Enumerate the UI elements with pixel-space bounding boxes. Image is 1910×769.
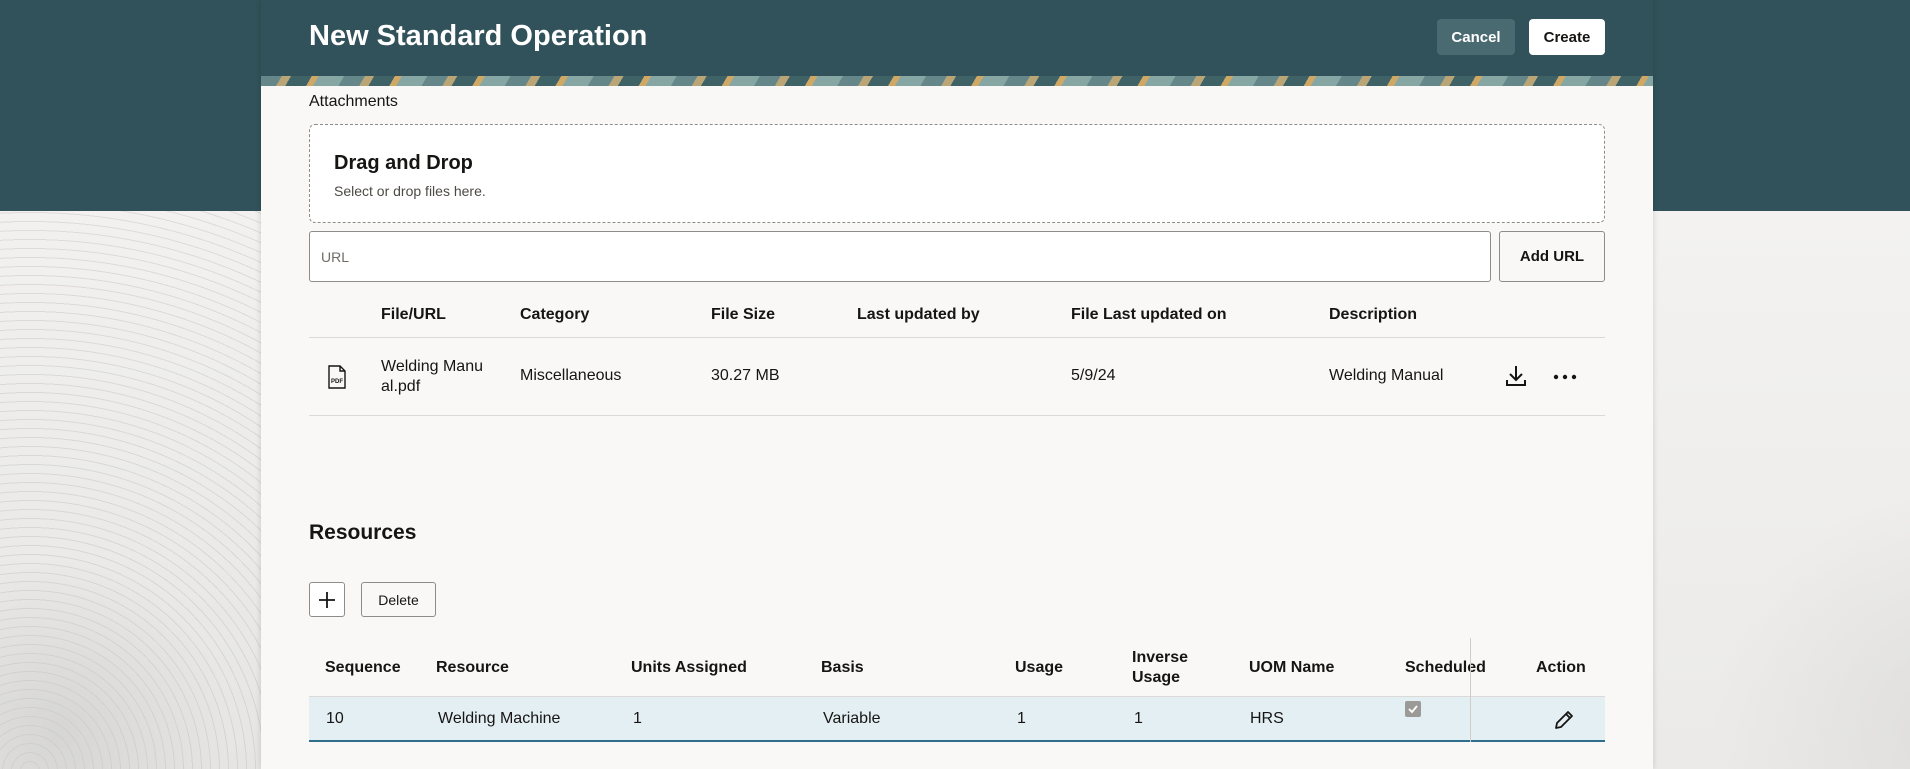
resources-table-header: Sequence Resource Units Assigned Basis U… (309, 638, 1605, 697)
svg-text:PDF: PDF (331, 379, 343, 385)
column-header-file-size: File Size (711, 306, 776, 323)
page-title: New Standard Operation (309, 20, 648, 52)
resource-name: Welding Machine (438, 710, 561, 727)
column-header-sequence: Sequence (325, 659, 401, 676)
column-header-last-updated-by: Last updated by (857, 306, 980, 323)
column-header-file-url: File/URL (381, 306, 446, 323)
column-header-usage: Usage (1015, 659, 1064, 676)
resources-title: Resources (309, 521, 417, 544)
column-header-inverse-usage: Inverse Usage (1132, 649, 1189, 686)
attachment-category: Miscellaneous (520, 367, 622, 384)
column-header-basis: Basis (821, 659, 864, 676)
attachment-last-updated-on: 5/9/24 (1071, 367, 1116, 384)
decorative-banner (261, 76, 1653, 86)
column-header-units-assigned: Units Assigned (631, 659, 747, 676)
download-icon[interactable] (1505, 364, 1527, 388)
table-row[interactable]: PDF Welding Manual.pdf Miscellaneous 30.… (309, 338, 1605, 416)
panel-header: New Standard Operation Cancel Create (261, 0, 1653, 86)
attachment-file-link[interactable]: Welding Manual.pdf (381, 357, 491, 397)
resource-basis: Variable (823, 710, 881, 727)
add-resource-button[interactable] (309, 582, 345, 617)
attachments-label: Attachments (309, 93, 398, 110)
column-header-scheduled: Scheduled (1405, 659, 1486, 676)
attachment-description: Welding Manual (1329, 367, 1444, 384)
page-background-texture-right (1653, 211, 1910, 769)
resource-units-assigned: 1 (633, 710, 642, 727)
cancel-button[interactable]: Cancel (1437, 19, 1515, 55)
delete-button[interactable]: Delete (361, 582, 436, 617)
dropzone-title: Drag and Drop (334, 152, 473, 174)
column-header-action: Action (1536, 659, 1586, 676)
column-header-category: Category (520, 306, 590, 323)
table-row[interactable]: 10 Welding Machine 1 Variable 1 1 HRS (309, 697, 1605, 742)
action-column-divider (1470, 638, 1471, 742)
attachment-file-size: 30.27 MB (711, 367, 780, 384)
column-header-description: Description (1329, 306, 1418, 323)
column-header-resource: Resource (436, 659, 509, 676)
pdf-file-icon: PDF (328, 365, 346, 389)
column-header-uom-name: UOM Name (1249, 659, 1335, 676)
edit-pencil-icon[interactable] (1553, 709, 1575, 731)
file-dropzone[interactable]: Drag and Drop Select or drop files here. (309, 124, 1605, 223)
resource-uom-name: HRS (1250, 710, 1284, 727)
checkmark-icon (1408, 705, 1418, 714)
plus-icon (319, 591, 335, 608)
more-actions-icon[interactable] (1553, 374, 1577, 380)
dropzone-subtitle: Select or drop files here. (334, 183, 486, 199)
main-panel: New Standard Operation Cancel Create Att… (261, 0, 1653, 769)
attachments-table-header: File/URL Category File Size Last updated… (309, 294, 1605, 338)
resource-inverse-usage: 1 (1134, 710, 1143, 727)
resource-sequence: 10 (326, 710, 344, 727)
create-button[interactable]: Create (1529, 19, 1605, 55)
column-header-file-last-updated-on: File Last updated on (1071, 306, 1227, 323)
resource-usage: 1 (1017, 710, 1026, 727)
url-placeholder: URL (321, 248, 350, 265)
url-input[interactable]: URL (309, 231, 1491, 282)
add-url-button[interactable]: Add URL (1499, 231, 1605, 282)
scheduled-checkbox (1405, 701, 1421, 717)
